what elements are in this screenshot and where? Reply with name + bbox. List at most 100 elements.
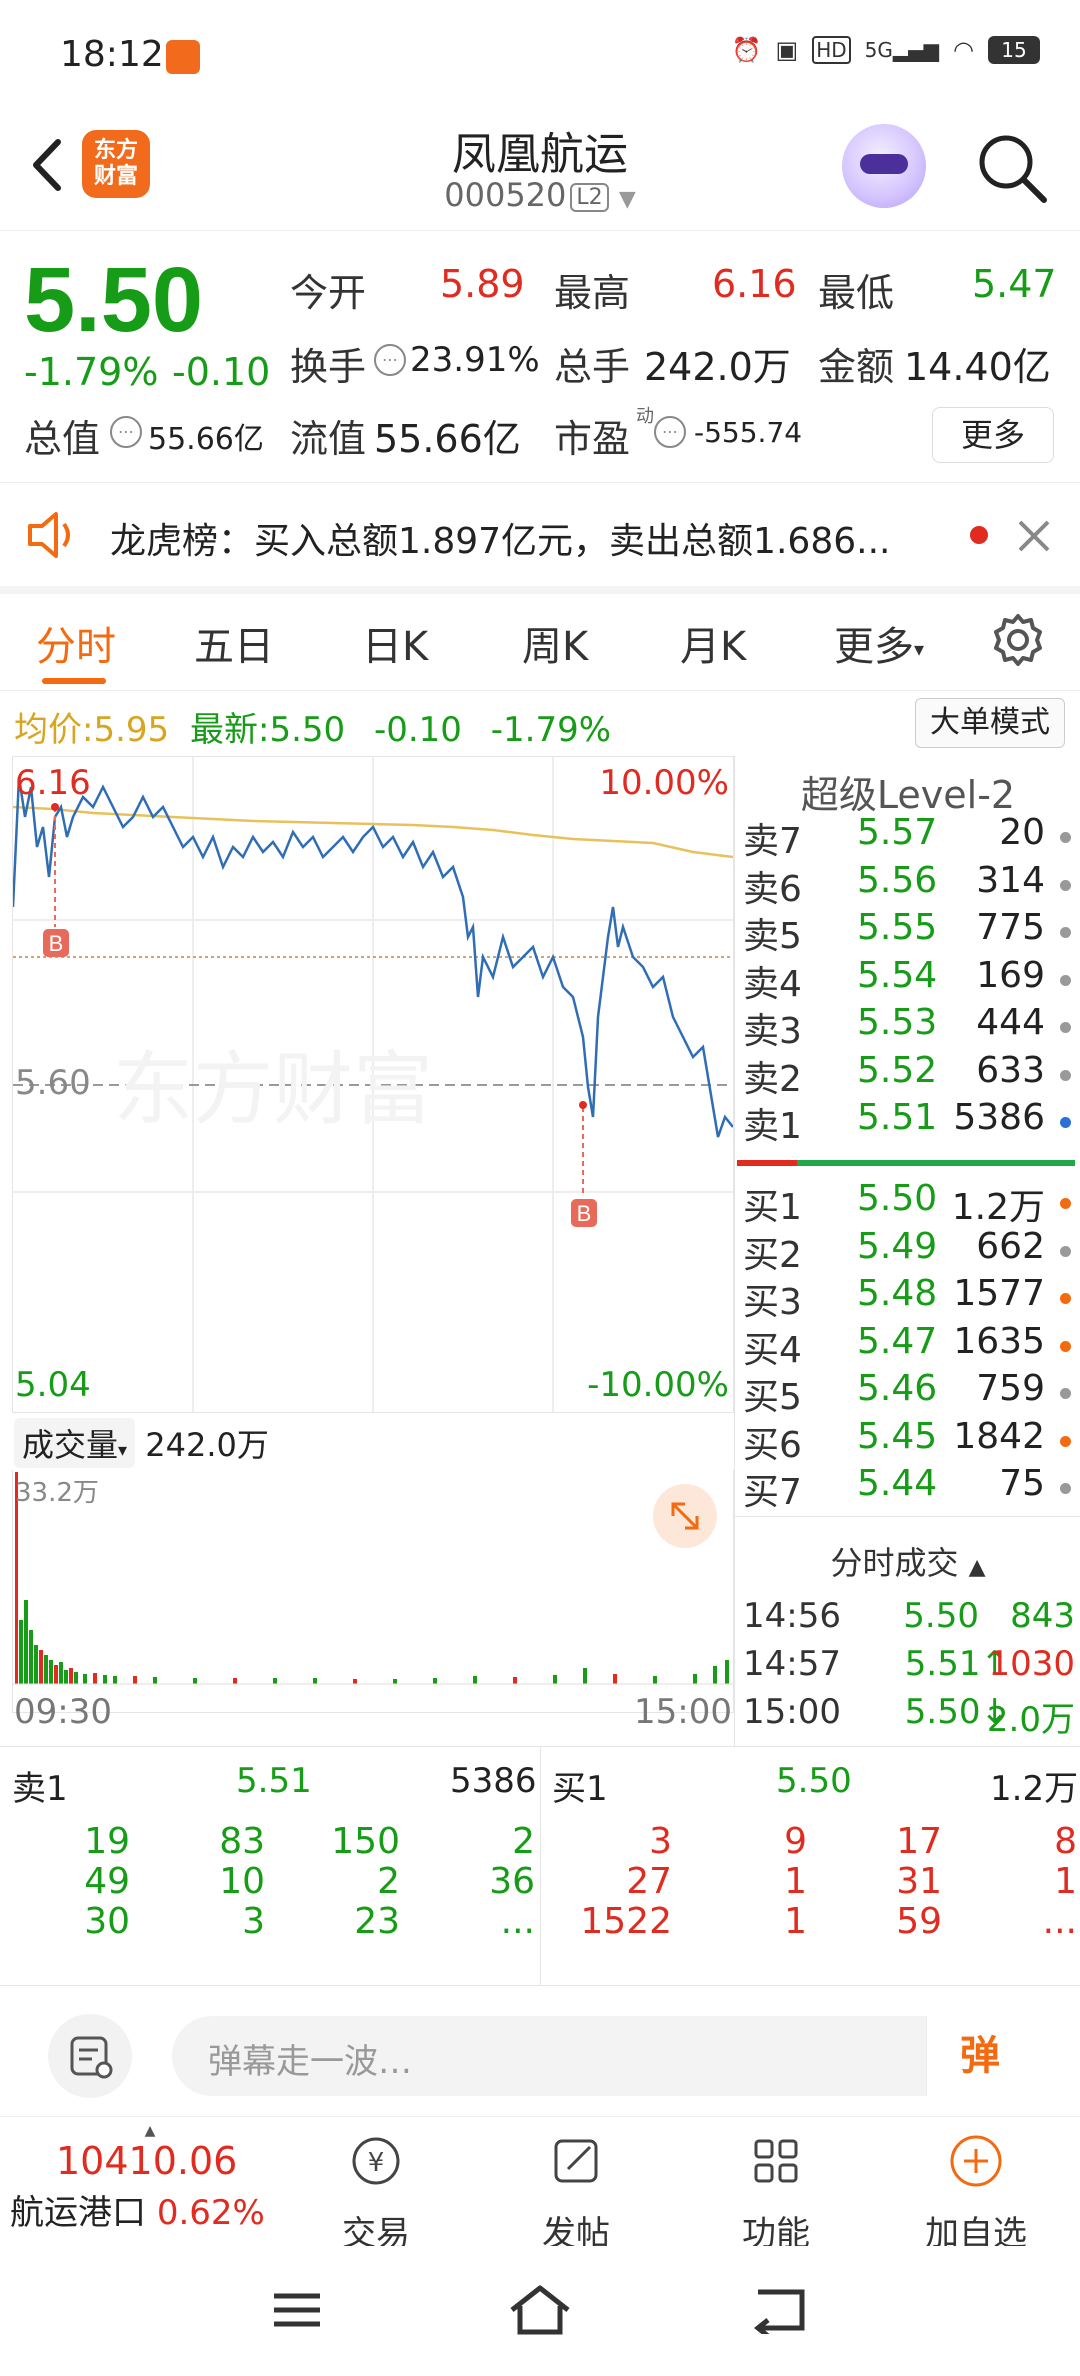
bid-row[interactable]: 买5 5.46 759 <box>739 1368 1075 1418</box>
book-level-label: 买4 <box>743 1329 802 1371</box>
queue-cell: ... <box>1042 1901 1077 1942</box>
tick-time: 14:56 <box>743 1596 841 1636</box>
ticks-title[interactable]: 分时成交 ▲ <box>735 1538 1080 1584</box>
tab-monthly-k[interactable]: 月K <box>680 614 746 672</box>
queue-bid-vol: 1.2万 <box>990 1769 1079 1809</box>
index-ticker[interactable]: ▲ 10410.06 航运港口 0.62% <box>10 2123 290 2234</box>
turnover-label: 换手 <box>290 345 367 389</box>
tab-daily-k[interactable]: 日K <box>362 614 428 672</box>
danmu-toggle-button[interactable]: 弹 <box>926 2016 1033 2096</box>
ask-row[interactable]: 卖5 5.55 775 <box>739 907 1075 957</box>
book-price: 5.44 <box>857 1463 938 1504</box>
bid-row[interactable]: 买3 5.48 1577 <box>739 1273 1075 1323</box>
search-icon[interactable] <box>972 128 1052 208</box>
l2-badge: L2 <box>570 182 609 212</box>
queue-cell: 1 <box>784 1861 807 1902</box>
nav-add-watchlist[interactable]: 加自选 <box>906 2131 1046 2255</box>
book-price: 5.56 <box>857 859 938 901</box>
info-icon[interactable]: ⋯ <box>374 344 406 376</box>
hd-icon: HD <box>812 36 851 64</box>
info-icon[interactable]: ⋯ <box>654 416 686 448</box>
queue-cell: 19 <box>84 1821 130 1862</box>
book-price: 5.53 <box>857 1002 938 1043</box>
tab-weekly-k[interactable]: 周K <box>522 614 588 672</box>
bid-row[interactable]: 买6 5.45 1842 <box>739 1415 1075 1466</box>
tick-volume: 2.0万 <box>986 1700 1075 1740</box>
watermark: 东方财富 <box>113 1045 433 1134</box>
order-book-title[interactable]: 超级Level-2 <box>735 764 1080 819</box>
contact-icon: ▣ <box>775 36 799 64</box>
book-price: 5.45 <box>857 1415 938 1457</box>
queue-cell: 23 <box>354 1901 400 1942</box>
volume-label: 总手 <box>554 345 631 389</box>
tab-intraday[interactable]: 分时 <box>36 614 116 672</box>
queue-ask-price: 5.51 <box>236 1761 312 1801</box>
book-volume: 662 <box>976 1225 1045 1267</box>
bid-row[interactable]: 买7 5.44 75 <box>739 1463 1075 1513</box>
price-change: -0.10 <box>172 350 271 394</box>
ask-row[interactable]: 卖2 5.52 633 <box>739 1050 1075 1100</box>
close-icon[interactable] <box>1016 518 1052 554</box>
order-dot-icon <box>1060 1069 1071 1081</box>
book-level-label: 买7 <box>743 1472 802 1513</box>
assistant-robot-icon[interactable] <box>842 124 926 208</box>
back-nav-icon[interactable] <box>752 2286 808 2334</box>
bid-row[interactable]: 买4 5.47 1635 <box>739 1320 1075 1371</box>
queue-bid-price: 5.50 <box>776 1761 852 1801</box>
float-label: 流值 <box>290 417 367 461</box>
nav-trade[interactable]: ¥ 交易 <box>306 2131 446 2255</box>
ask-row[interactable]: 卖1 5.51 5386 <box>739 1097 1075 1147</box>
bid-row[interactable]: 买2 5.49 662 <box>739 1225 1075 1276</box>
app-notification-icon <box>166 40 200 74</box>
comment-bar: 弹幕走一波… 弹 <box>0 1986 1080 2116</box>
tick-row: 14:56 5.50 843 <box>739 1596 1075 1646</box>
chart-top-pct: 10.00% <box>599 763 729 803</box>
queue-cell: 30 <box>84 1901 130 1942</box>
notice-bar[interactable]: 龙虎榜：买入总额1.897亿元，卖出总额1.686... <box>0 484 1080 594</box>
nav-post[interactable]: 发帖 <box>506 2131 646 2255</box>
ask-row[interactable]: 卖3 5.53 444 <box>739 1002 1075 1052</box>
queue-bid-label: 买1 <box>552 1769 608 1809</box>
bid-row[interactable]: 买1 5.50 1.2万 <box>739 1178 1075 1228</box>
chat-settings-button[interactable] <box>48 2014 132 2098</box>
nav-functions[interactable]: 功能 <box>706 2131 846 2255</box>
book-level-label: 卖2 <box>743 1058 802 1100</box>
ask-row[interactable]: 卖7 5.57 20 <box>739 812 1075 862</box>
more-button[interactable]: 更多 <box>932 407 1054 463</box>
tick-volume: 1030 <box>988 1644 1075 1684</box>
status-time: 18:12 <box>60 34 164 75</box>
index-name: 航运港口 <box>10 2193 146 2233</box>
tick-row: 15:00 5.50↓ 2.0万 <box>739 1692 1075 1742</box>
settings-gear-icon[interactable] <box>990 612 1046 668</box>
intraday-chart[interactable]: 东方财富 B B 6.16 10.00% 5.60 5.04 -10.00% <box>12 756 734 1413</box>
book-volume: 759 <box>976 1368 1045 1409</box>
ask-row[interactable]: 卖4 5.54 169 <box>739 955 1075 1005</box>
book-level-label: 卖5 <box>743 916 802 957</box>
big-order-mode-button[interactable]: 大单模式 <box>915 698 1065 748</box>
book-price: 5.47 <box>857 1320 938 1362</box>
tab-more[interactable]: 更多▾ <box>834 614 924 672</box>
book-price: 5.49 <box>857 1225 938 1267</box>
speaker-icon <box>28 512 70 558</box>
pe-label: 市盈 <box>554 417 631 461</box>
tab-five-day[interactable]: 五日 <box>194 614 274 672</box>
tick-price: 5.50 <box>903 1596 979 1636</box>
queue-ask-label: 卖1 <box>12 1769 68 1809</box>
volume-indicator-selector[interactable]: 成交量▾ <box>14 1418 136 1468</box>
info-icon[interactable]: ⋯ <box>110 416 142 448</box>
book-volume: 1635 <box>953 1320 1045 1362</box>
volume-header: 成交量▾ 242.0万 <box>14 1418 269 1468</box>
book-level-label: 卖3 <box>743 1011 802 1052</box>
order-dot-icon <box>1060 1340 1071 1352</box>
order-dot-icon <box>1060 1293 1071 1304</box>
home-icon[interactable] <box>508 2284 572 2336</box>
queue-cell: 3 <box>242 1901 265 1942</box>
ask-row[interactable]: 卖6 5.56 314 <box>739 859 1075 910</box>
book-level-label: 买1 <box>743 1187 802 1228</box>
expand-chart-button[interactable] <box>653 1484 717 1548</box>
volume-chart[interactable]: 33.2万 <box>12 1470 734 1713</box>
book-price: 5.46 <box>857 1368 938 1409</box>
high-value: 6.16 <box>712 262 797 306</box>
menu-icon[interactable] <box>272 2290 322 2330</box>
order-book: 超级Level-2 卖7 5.57 20 卖6 5.56 314 卖5 5.55 775 卖4 5.… <box>734 756 1080 1746</box>
